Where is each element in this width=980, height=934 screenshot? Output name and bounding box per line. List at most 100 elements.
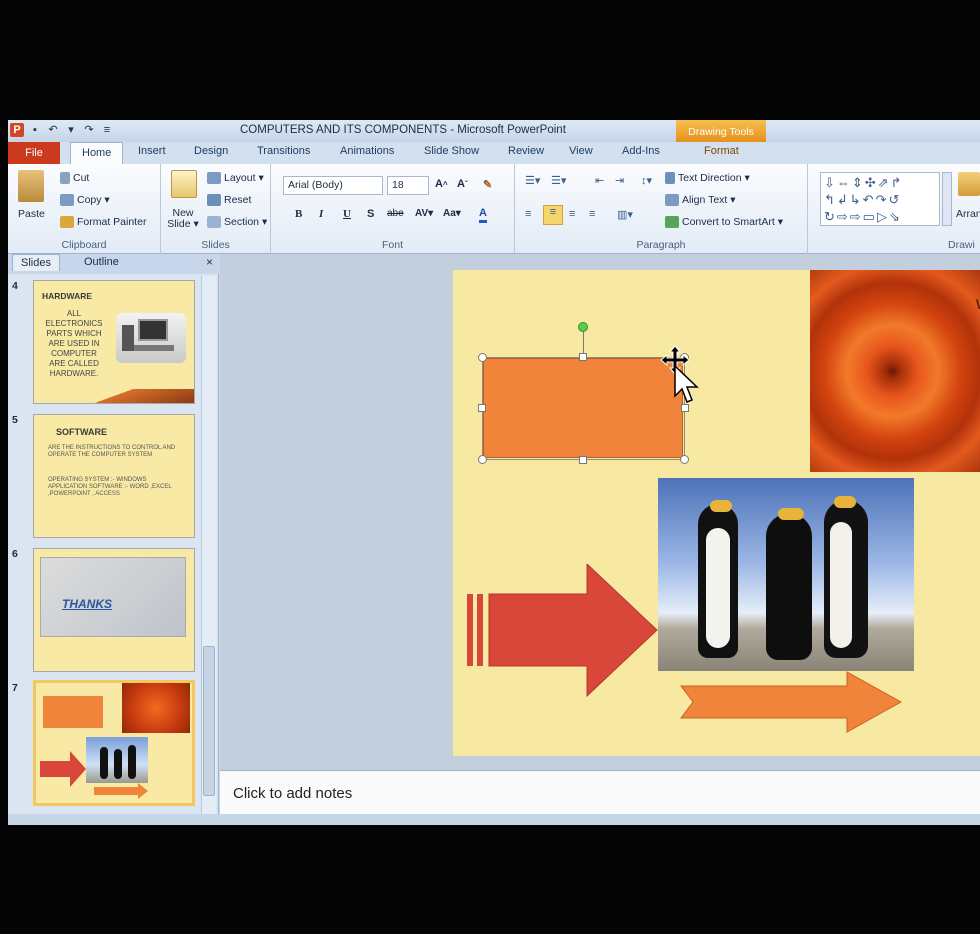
bold-button[interactable]: B — [295, 208, 302, 220]
line-spacing-icon[interactable]: ↕▾ — [641, 174, 652, 187]
section-button[interactable]: Section ▾ — [207, 216, 267, 228]
undo-icon[interactable]: ↶ — [46, 123, 60, 137]
resize-handle-top[interactable] — [579, 353, 587, 361]
copy-icon — [60, 194, 74, 206]
resize-handle-bottom[interactable] — [579, 456, 587, 464]
tab-format[interactable]: Format — [704, 145, 739, 157]
grow-font-button[interactable]: A^ — [435, 178, 448, 190]
columns-icon[interactable]: ▥▾ — [617, 208, 633, 221]
font-color-button[interactable]: A — [479, 206, 487, 223]
customize-qat-icon[interactable]: ≡ — [100, 123, 114, 137]
character-spacing-button[interactable]: AV▾ — [415, 208, 433, 219]
resize-handle-top-left[interactable] — [478, 353, 487, 362]
arrange-icon[interactable] — [958, 172, 980, 196]
arrange-button[interactable]: Arrange — [956, 208, 980, 220]
notes-pane[interactable]: Click to add notes — [220, 770, 980, 814]
paste-icon[interactable] — [18, 170, 44, 202]
clipboard-group: Paste Cut Copy ▾ Format Painter Clipboar… — [8, 164, 161, 254]
tab-design[interactable]: Design — [194, 145, 228, 157]
tab-add-ins[interactable]: Add-Ins — [622, 145, 660, 157]
tab-outline[interactable]: Outline — [84, 256, 119, 268]
shapes-gallery-scroll[interactable] — [942, 172, 952, 226]
tab-view[interactable]: View — [569, 145, 593, 157]
pane-scrollbar-thumb[interactable] — [203, 646, 215, 796]
tab-slide-show[interactable]: Slide Show — [424, 145, 479, 157]
layout-button[interactable]: Layout ▾ — [207, 172, 264, 184]
new-slide-button[interactable]: New Slide ▾ — [165, 208, 201, 230]
tab-file[interactable]: File — [8, 142, 60, 164]
align-center-icon[interactable]: ≡ — [543, 205, 563, 225]
reset-button[interactable]: Reset — [207, 194, 251, 206]
paragraph-group-label: Paragraph — [636, 239, 686, 251]
redo-icon[interactable]: ↷ — [82, 123, 96, 137]
thumb-penguins-image — [86, 737, 148, 783]
font-size-combo[interactable]: 18 — [387, 176, 429, 195]
tab-review[interactable]: Review — [508, 145, 544, 157]
font-family-combo[interactable]: Arial (Body) — [283, 176, 383, 195]
cut-button[interactable]: Cut — [60, 172, 89, 184]
close-pane-icon[interactable]: × — [206, 255, 213, 269]
thumb-number: 6 — [12, 548, 18, 560]
italic-button[interactable]: I — [319, 208, 323, 220]
tab-insert[interactable]: Insert — [138, 145, 166, 157]
justify-icon[interactable]: ≡ — [589, 208, 595, 220]
numbering-icon[interactable]: ☰▾ — [551, 174, 566, 187]
copy-button[interactable]: Copy ▾ — [60, 194, 110, 206]
powerpoint-logo-icon[interactable]: P — [10, 123, 24, 137]
slide-thumbnail-5[interactable]: SOFTWARE ARE THE INSTRUCTIONS TO CONTROL… — [33, 414, 195, 538]
dropdown-icon[interactable]: ▾ — [64, 123, 78, 137]
bullets-icon[interactable]: ☰▾ — [525, 174, 540, 187]
slide-thumbnail-7[interactable] — [33, 680, 195, 806]
orange-arrow-shape[interactable] — [679, 670, 905, 734]
shadow-button[interactable]: S — [367, 208, 374, 220]
align-text-button[interactable]: Align Text ▾ — [665, 194, 736, 206]
reset-label: Reset — [224, 194, 252, 206]
layout-label: Layout ▾ — [224, 172, 264, 184]
new-slide-icon[interactable] — [171, 170, 197, 198]
quick-access-toolbar: P ▪ ↶ ▾ ↷ ≡ — [10, 123, 114, 137]
slide-thumbnail-4[interactable]: HARDWARE ALL ELECTRONICS PARTS WHICH ARE… — [33, 280, 195, 404]
shrink-font-button[interactable]: Aˇ — [457, 178, 468, 190]
slide-editor-area: WI — [220, 254, 980, 770]
red-striped-arrow-shape[interactable] — [465, 564, 659, 700]
resize-handle-bottom-left[interactable] — [478, 455, 487, 464]
slides-pane: Slides Outline × 4 HARDWARE ALL ELECTRON… — [8, 254, 219, 814]
align-right-icon[interactable]: ≡ — [569, 208, 575, 220]
decrease-indent-icon[interactable]: ⇤ — [595, 174, 604, 187]
tab-transitions[interactable]: Transitions — [257, 145, 310, 157]
clear-formatting-icon[interactable]: ✎ — [483, 178, 492, 191]
paste-button[interactable]: Paste — [18, 208, 45, 220]
slide-thumbnail-6[interactable]: THANKS — [33, 548, 195, 672]
align-left-icon[interactable]: ≡ — [525, 208, 531, 220]
thumb-title: SOFTWARE — [56, 427, 107, 437]
thumb-number: 4 — [12, 280, 18, 292]
convert-smartart-button[interactable]: Convert to SmartArt ▾ — [665, 216, 783, 228]
penguins-image[interactable] — [658, 478, 914, 671]
increase-indent-icon[interactable]: ⇥ — [615, 174, 624, 187]
strikethrough-button[interactable]: abe — [387, 208, 404, 219]
text-direction-label: Text Direction ▾ — [678, 172, 750, 184]
underline-button[interactable]: U — [343, 208, 351, 220]
thumb-body-2: OPERATING SYSTEM :- WINDOWS APPLICATION … — [48, 477, 172, 497]
resize-handle-left[interactable] — [478, 404, 486, 412]
window-title: COMPUTERS AND ITS COMPONENTS - Microsoft… — [240, 124, 566, 136]
resize-handle-bottom-right[interactable] — [680, 455, 689, 464]
format-painter-button[interactable]: Format Painter — [60, 216, 146, 228]
thumb-body: ARE THE INSTRUCTIONS TO CONTROL AND OPER… — [48, 445, 176, 458]
slide-canvas[interactable]: WI — [453, 270, 980, 756]
flower-image[interactable]: WI — [810, 270, 980, 472]
rotation-handle[interactable] — [578, 322, 588, 332]
scissors-icon — [60, 172, 70, 184]
thumb-orange-rectangle — [43, 696, 103, 728]
change-case-button[interactable]: Aa▾ — [443, 208, 461, 219]
save-icon[interactable]: ▪ — [28, 123, 42, 137]
shapes-gallery[interactable]: ⇩⇔⇕✣⇗↱ ↰↲↳↶↷↺ ↻⇨⇨▭▷⇘ — [820, 172, 940, 226]
tab-animations[interactable]: Animations — [340, 145, 394, 157]
pane-scrollbar[interactable] — [201, 276, 216, 814]
notes-placeholder: Click to add notes — [233, 785, 353, 802]
paragraph-group: ☰▾ ☰▾ ⇤ ⇥ ↕▾ ≡ ≡ ≡ ≡ ▥▾ Text Direction ▾… — [515, 164, 808, 254]
computer-image — [116, 313, 186, 363]
tab-slides[interactable]: Slides — [12, 254, 60, 271]
text-direction-button[interactable]: Text Direction ▾ — [665, 172, 750, 184]
tab-home[interactable]: Home — [70, 142, 124, 166]
